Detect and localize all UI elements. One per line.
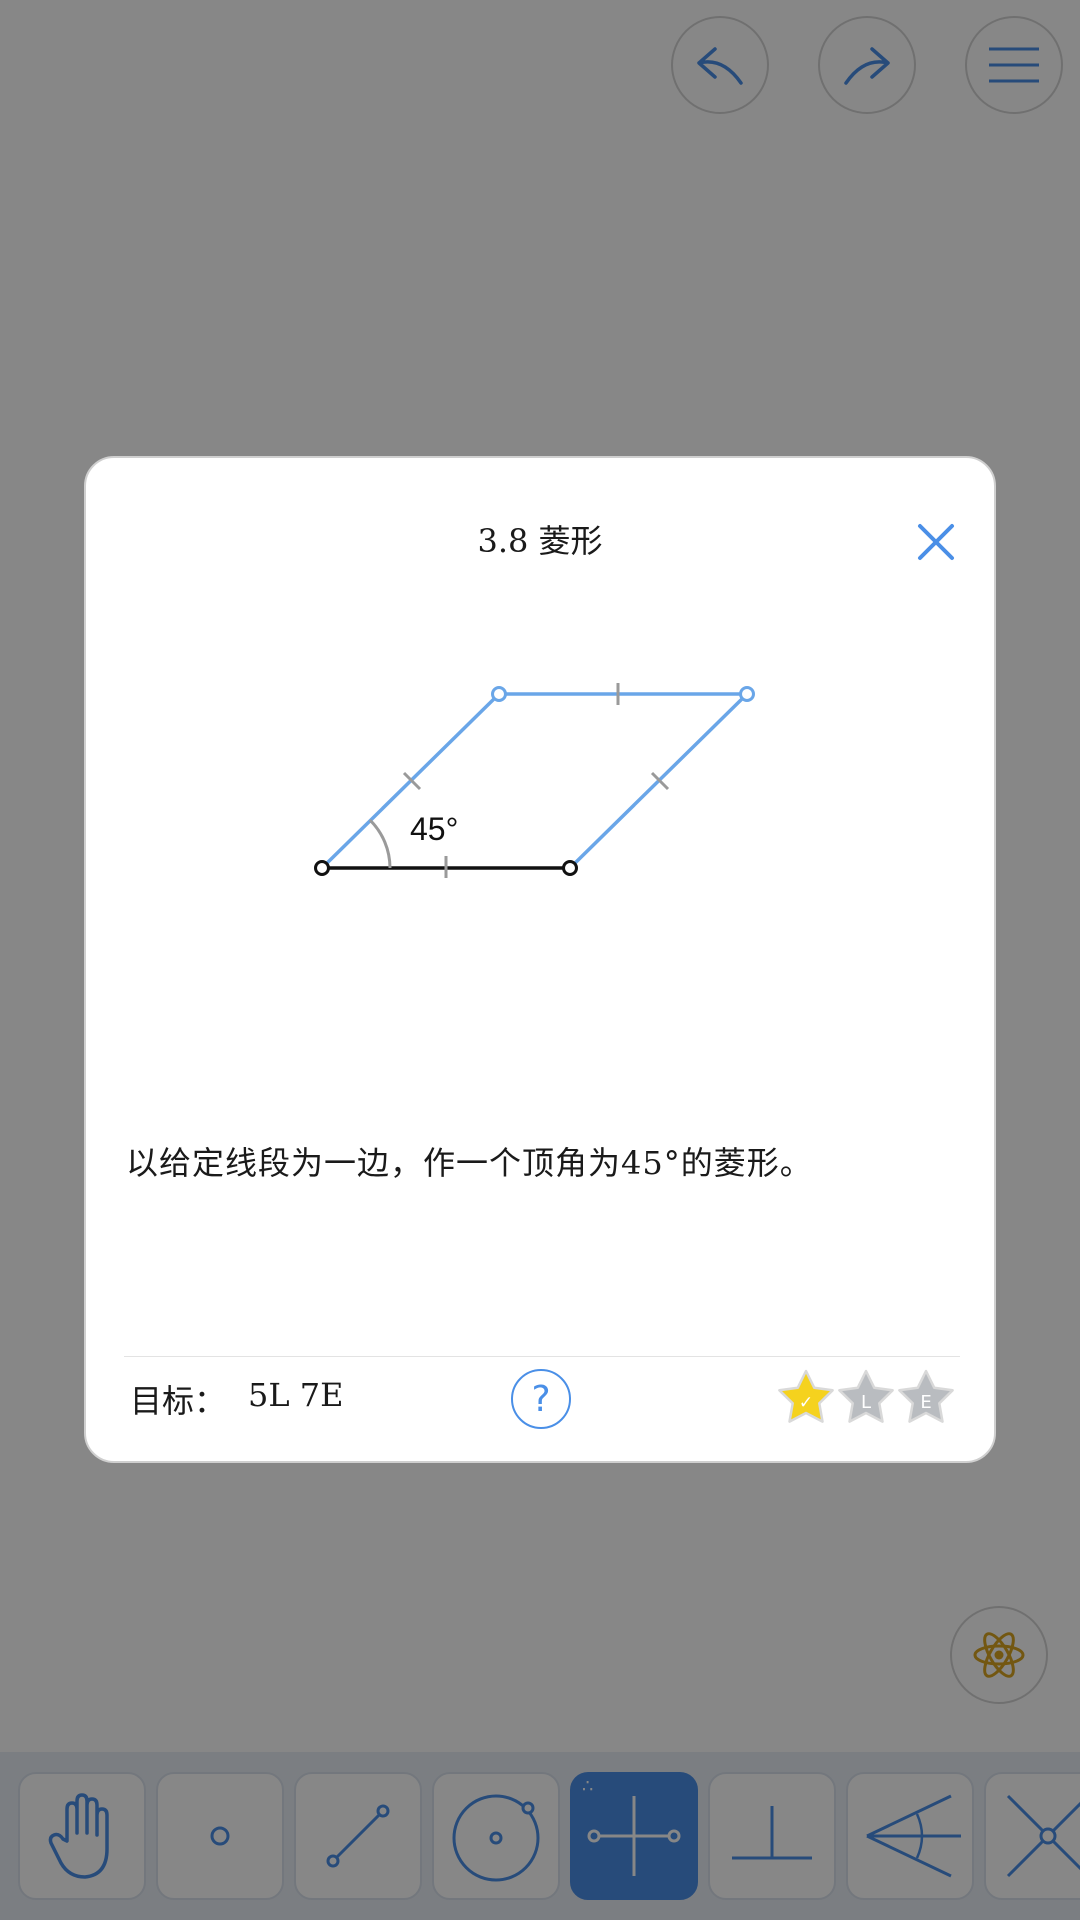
vertex-point [562,860,578,876]
star-e-label: E [920,1392,931,1413]
task-description: 以给定线段为一边，作一个顶角为45°的菱形。 [126,1144,813,1182]
level-dialog: 3.8 菱形 45° 以给定线段为一边，作一个顶角为45°的菱形。 目标： 5L… [84,456,996,1463]
star-l-label: L [861,1392,871,1413]
geometry-app: ∴ 3.8 菱形 45° 以给定线段为一边，作一个顶角为45°的菱形。 目标： … [0,0,1080,1920]
star-rating: ✓ L E [778,1369,954,1423]
vertex-point [491,686,507,702]
goal-value: 5L 7E [248,1376,344,1414]
vertex-point [314,860,330,876]
angle-arc [368,818,392,869]
star-l: L [838,1369,894,1423]
vertex-point [739,686,755,702]
angle-label: 45° [410,811,458,847]
rhombus-figure: 45° [314,683,755,878]
goal-label: 目标： [130,1382,227,1420]
help-button[interactable]: ? [511,1369,571,1429]
star-earned: ✓ [778,1369,834,1423]
star-earned-label: ✓ [799,1393,813,1413]
goal-text: 目标： 5L 7E [130,1376,344,1422]
divider [124,1356,960,1357]
star-e: E [898,1369,954,1423]
